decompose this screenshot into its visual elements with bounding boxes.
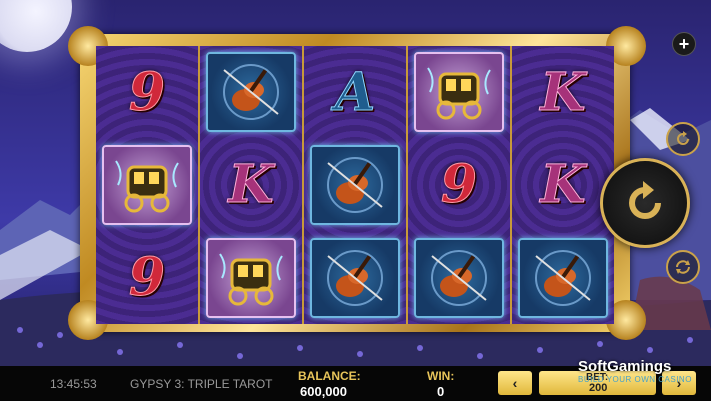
letter-symbol-9: 9 bbox=[440, 154, 478, 216]
chevron-left-icon: ‹ bbox=[512, 375, 518, 391]
letter-symbol-k: K bbox=[540, 154, 586, 216]
game-title: GYPSY 3: TRIPLE TAROT bbox=[130, 377, 273, 391]
autoplay-button[interactable] bbox=[666, 122, 700, 156]
reel-cell bbox=[304, 231, 406, 324]
spin-arrow-icon bbox=[629, 181, 661, 219]
letter-symbol-9: 9 bbox=[128, 247, 166, 309]
letter-symbol-a: A bbox=[334, 61, 376, 123]
quick-spin-icon bbox=[676, 260, 690, 274]
reel-cell bbox=[96, 139, 198, 232]
bet-decrease-button[interactable]: ‹ bbox=[498, 371, 532, 395]
reel-2: K bbox=[200, 46, 304, 324]
balance-label: BALANCE: bbox=[298, 369, 361, 383]
reel-cell bbox=[512, 231, 614, 324]
quick-spin-button[interactable] bbox=[666, 250, 700, 284]
letter-symbol-k: K bbox=[540, 61, 586, 123]
plus-button[interactable]: + bbox=[672, 32, 696, 56]
win-value: 0 bbox=[437, 384, 445, 399]
carriage-symbol-icon bbox=[206, 237, 296, 318]
reel-cell bbox=[304, 139, 406, 232]
balance-value: 600,000 bbox=[300, 384, 347, 399]
plus-icon: + bbox=[678, 33, 690, 54]
autoplay-icon bbox=[677, 131, 689, 145]
carriage-symbol-icon bbox=[414, 52, 504, 133]
violin-symbol-icon bbox=[414, 237, 504, 318]
reel-5: KK bbox=[512, 46, 614, 324]
violin-symbol-icon bbox=[310, 144, 400, 225]
reel-cell: K bbox=[200, 139, 302, 232]
reel-3: A bbox=[304, 46, 408, 324]
violin-symbol-icon bbox=[310, 237, 400, 318]
violin-symbol-icon bbox=[206, 52, 296, 133]
reel-cell bbox=[200, 231, 302, 324]
reel-cell: 9 bbox=[96, 231, 198, 324]
reel-cell: 9 bbox=[96, 46, 198, 139]
watermark-tagline: BUILD YOUR OWN CASINO bbox=[578, 375, 692, 384]
violin-symbol-icon bbox=[518, 237, 608, 318]
win-label: WIN: bbox=[427, 369, 455, 383]
clock: 13:45:53 bbox=[50, 377, 97, 391]
reel-cell bbox=[408, 231, 510, 324]
reel-cell bbox=[408, 46, 510, 139]
reel-cell: A bbox=[304, 46, 406, 139]
reel-cell: 9 bbox=[408, 139, 510, 232]
reel-cell bbox=[200, 46, 302, 139]
reel-cell: K bbox=[512, 139, 614, 232]
reel-4: 9 bbox=[408, 46, 512, 324]
reel-cell: K bbox=[512, 46, 614, 139]
letter-symbol-k: K bbox=[228, 154, 274, 216]
letter-symbol-9: 9 bbox=[128, 61, 166, 123]
reels-area: 99KA9KK bbox=[96, 46, 614, 324]
reel-1: 99 bbox=[96, 46, 200, 324]
carriage-symbol-icon bbox=[102, 144, 192, 225]
watermark-brand: SoftGamings bbox=[578, 358, 672, 375]
spin-button[interactable] bbox=[600, 158, 690, 248]
